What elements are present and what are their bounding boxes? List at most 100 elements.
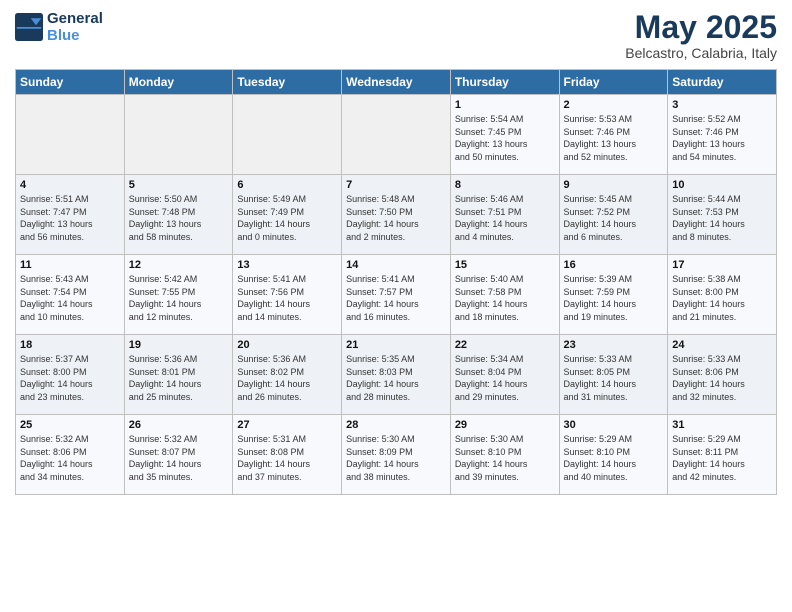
logo: General Blue xyxy=(15,10,103,44)
day-detail: Sunrise: 5:33 AM Sunset: 8:05 PM Dayligh… xyxy=(564,353,664,403)
calendar-cell: 9 Sunrise: 5:45 AM Sunset: 7:52 PM Daylig… xyxy=(559,175,668,255)
calendar-cell: 29 Sunrise: 5:30 AM Sunset: 8:10 PM Dayli… xyxy=(450,415,559,495)
calendar-cell: 27 Sunrise: 5:31 AM Sunset: 8:08 PM Dayli… xyxy=(233,415,342,495)
calendar-cell: 11 Sunrise: 5:43 AM Sunset: 7:54 PM Dayli… xyxy=(16,255,125,335)
day-detail: Sunrise: 5:40 AM Sunset: 7:58 PM Dayligh… xyxy=(455,273,555,323)
day-number: 23 xyxy=(564,339,664,351)
day-detail: Sunrise: 5:31 AM Sunset: 8:08 PM Dayligh… xyxy=(237,433,337,483)
calendar-cell: 17 Sunrise: 5:38 AM Sunset: 8:00 PM Dayli… xyxy=(668,255,777,335)
day-detail: Sunrise: 5:35 AM Sunset: 8:03 PM Dayligh… xyxy=(346,353,446,403)
day-number: 22 xyxy=(455,339,555,351)
page-container: General Blue May 2025 Belcastro, Calabri… xyxy=(0,0,792,505)
calendar-cell: 22 Sunrise: 5:34 AM Sunset: 8:04 PM Dayli… xyxy=(450,335,559,415)
logo-icon xyxy=(15,13,43,41)
calendar-cell: 16 Sunrise: 5:39 AM Sunset: 7:59 PM Dayli… xyxy=(559,255,668,335)
header-row: SundayMondayTuesdayWednesdayThursdayFrid… xyxy=(16,70,777,95)
day-detail: Sunrise: 5:37 AM Sunset: 8:00 PM Dayligh… xyxy=(20,353,120,403)
day-detail: Sunrise: 5:48 AM Sunset: 7:50 PM Dayligh… xyxy=(346,193,446,243)
calendar-cell: 23 Sunrise: 5:33 AM Sunset: 8:05 PM Dayli… xyxy=(559,335,668,415)
day-number: 12 xyxy=(129,259,229,271)
day-number: 21 xyxy=(346,339,446,351)
header-cell: Sunday xyxy=(16,70,125,95)
day-number: 24 xyxy=(672,339,772,351)
calendar-table: SundayMondayTuesdayWednesdayThursdayFrid… xyxy=(15,69,777,495)
day-detail: Sunrise: 5:52 AM Sunset: 7:46 PM Dayligh… xyxy=(672,113,772,163)
header-cell: Tuesday xyxy=(233,70,342,95)
day-number: 5 xyxy=(129,179,229,191)
day-number: 13 xyxy=(237,259,337,271)
day-detail: Sunrise: 5:36 AM Sunset: 8:02 PM Dayligh… xyxy=(237,353,337,403)
day-number: 28 xyxy=(346,419,446,431)
calendar-subtitle: Belcastro, Calabria, Italy xyxy=(625,45,777,61)
calendar-cell: 25 Sunrise: 5:32 AM Sunset: 8:06 PM Dayli… xyxy=(16,415,125,495)
calendar-cell: 18 Sunrise: 5:37 AM Sunset: 8:00 PM Dayli… xyxy=(16,335,125,415)
day-detail: Sunrise: 5:29 AM Sunset: 8:10 PM Dayligh… xyxy=(564,433,664,483)
day-detail: Sunrise: 5:49 AM Sunset: 7:49 PM Dayligh… xyxy=(237,193,337,243)
day-number: 8 xyxy=(455,179,555,191)
day-detail: Sunrise: 5:30 AM Sunset: 8:09 PM Dayligh… xyxy=(346,433,446,483)
day-detail: Sunrise: 5:39 AM Sunset: 7:59 PM Dayligh… xyxy=(564,273,664,323)
calendar-cell xyxy=(124,95,233,175)
calendar-cell: 14Sunrise: 5:41 AM Sunset: 7:57 PM Dayli… xyxy=(342,255,451,335)
day-number: 10 xyxy=(672,179,772,191)
day-detail: Sunrise: 5:38 AM Sunset: 8:00 PM Dayligh… xyxy=(672,273,772,323)
day-detail: Sunrise: 5:36 AM Sunset: 8:01 PM Dayligh… xyxy=(129,353,229,403)
calendar-cell: 20Sunrise: 5:36 AM Sunset: 8:02 PM Dayli… xyxy=(233,335,342,415)
day-number: 26 xyxy=(129,419,229,431)
header-cell: Friday xyxy=(559,70,668,95)
calendar-cell: 13 Sunrise: 5:41 AM Sunset: 7:56 PM Dayli… xyxy=(233,255,342,335)
calendar-cell: 6Sunrise: 5:49 AM Sunset: 7:49 PM Daylig… xyxy=(233,175,342,255)
day-number: 30 xyxy=(564,419,664,431)
day-detail: Sunrise: 5:45 AM Sunset: 7:52 PM Dayligh… xyxy=(564,193,664,243)
header-cell: Wednesday xyxy=(342,70,451,95)
day-detail: Sunrise: 5:54 AM Sunset: 7:45 PM Dayligh… xyxy=(455,113,555,163)
calendar-cell: 12 Sunrise: 5:42 AM Sunset: 7:55 PM Dayli… xyxy=(124,255,233,335)
calendar-cell: 7Sunrise: 5:48 AM Sunset: 7:50 PM Daylig… xyxy=(342,175,451,255)
day-number: 19 xyxy=(129,339,229,351)
day-number: 31 xyxy=(672,419,772,431)
calendar-cell: 15 Sunrise: 5:40 AM Sunset: 7:58 PM Dayli… xyxy=(450,255,559,335)
calendar-cell: 21 Sunrise: 5:35 AM Sunset: 8:03 PM Dayli… xyxy=(342,335,451,415)
day-number: 17 xyxy=(672,259,772,271)
calendar-cell: 19 Sunrise: 5:36 AM Sunset: 8:01 PM Dayli… xyxy=(124,335,233,415)
calendar-cell xyxy=(233,95,342,175)
header-cell: Monday xyxy=(124,70,233,95)
day-detail: Sunrise: 5:42 AM Sunset: 7:55 PM Dayligh… xyxy=(129,273,229,323)
header-cell: Saturday xyxy=(668,70,777,95)
calendar-cell: 2Sunrise: 5:53 AM Sunset: 7:46 PM Daylig… xyxy=(559,95,668,175)
day-detail: Sunrise: 5:46 AM Sunset: 7:51 PM Dayligh… xyxy=(455,193,555,243)
calendar-cell: 30 Sunrise: 5:29 AM Sunset: 8:10 PM Dayli… xyxy=(559,415,668,495)
day-number: 27 xyxy=(237,419,337,431)
day-detail: Sunrise: 5:41 AM Sunset: 7:57 PM Dayligh… xyxy=(346,273,446,323)
day-number: 9 xyxy=(564,179,664,191)
day-detail: Sunrise: 5:29 AM Sunset: 8:11 PM Dayligh… xyxy=(672,433,772,483)
day-number: 18 xyxy=(20,339,120,351)
title-block: May 2025 Belcastro, Calabria, Italy xyxy=(625,10,777,61)
calendar-cell: 28 Sunrise: 5:30 AM Sunset: 8:09 PM Dayli… xyxy=(342,415,451,495)
day-detail: Sunrise: 5:50 AM Sunset: 7:48 PM Dayligh… xyxy=(129,193,229,243)
day-number: 16 xyxy=(564,259,664,271)
calendar-title: May 2025 xyxy=(625,10,777,45)
calendar-week-row: 18 Sunrise: 5:37 AM Sunset: 8:00 PM Dayli… xyxy=(16,335,777,415)
calendar-cell: 24Sunrise: 5:33 AM Sunset: 8:06 PM Dayli… xyxy=(668,335,777,415)
day-number: 29 xyxy=(455,419,555,431)
header-cell: Thursday xyxy=(450,70,559,95)
day-detail: Sunrise: 5:30 AM Sunset: 8:10 PM Dayligh… xyxy=(455,433,555,483)
calendar-cell: 1 Sunrise: 5:54 AM Sunset: 7:45 PM Daylig… xyxy=(450,95,559,175)
day-detail: Sunrise: 5:53 AM Sunset: 7:46 PM Dayligh… xyxy=(564,113,664,163)
day-detail: Sunrise: 5:32 AM Sunset: 8:07 PM Dayligh… xyxy=(129,433,229,483)
day-number: 25 xyxy=(20,419,120,431)
day-detail: Sunrise: 5:43 AM Sunset: 7:54 PM Dayligh… xyxy=(20,273,120,323)
calendar-week-row: 11 Sunrise: 5:43 AM Sunset: 7:54 PM Dayli… xyxy=(16,255,777,335)
day-detail: Sunrise: 5:41 AM Sunset: 7:56 PM Dayligh… xyxy=(237,273,337,323)
day-detail: Sunrise: 5:51 AM Sunset: 7:47 PM Dayligh… xyxy=(20,193,120,243)
calendar-cell: 31 Sunrise: 5:29 AM Sunset: 8:11 PM Dayli… xyxy=(668,415,777,495)
day-number: 11 xyxy=(20,259,120,271)
logo-text: General Blue xyxy=(47,10,103,44)
day-detail: Sunrise: 5:32 AM Sunset: 8:06 PM Dayligh… xyxy=(20,433,120,483)
day-detail: Sunrise: 5:34 AM Sunset: 8:04 PM Dayligh… xyxy=(455,353,555,403)
calendar-cell: 3Sunrise: 5:52 AM Sunset: 7:46 PM Daylig… xyxy=(668,95,777,175)
day-number: 15 xyxy=(455,259,555,271)
header: General Blue May 2025 Belcastro, Calabri… xyxy=(15,10,777,61)
day-number: 1 xyxy=(455,99,555,111)
